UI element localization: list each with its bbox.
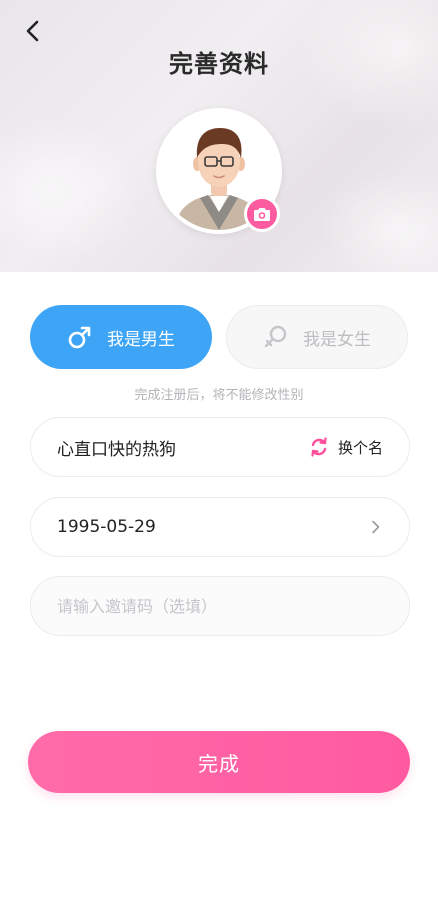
invite-code-input[interactable] <box>57 596 383 616</box>
background-decoration <box>0 120 140 260</box>
gender-selector: 我是男生 我是女生 <box>30 305 410 369</box>
male-symbol-icon <box>67 324 93 350</box>
male-gender-button[interactable]: 我是男生 <box>30 305 212 369</box>
birthday-value: 1995-05-29 <box>57 517 156 537</box>
gender-note: 完成注册后，将不能修改性别 <box>134 388 304 403</box>
change-avatar-button[interactable] <box>244 196 280 232</box>
chevron-left-icon <box>26 20 39 42</box>
male-gender-label: 我是男生 <box>107 329 175 350</box>
nickname-field[interactable]: 心直口快的热狗 换个名 <box>30 417 410 477</box>
invite-code-field[interactable] <box>30 576 410 636</box>
refresh-icon <box>308 436 330 458</box>
back-button[interactable] <box>18 16 48 46</box>
female-gender-button[interactable]: 我是女生 <box>226 305 408 369</box>
camera-icon <box>254 208 270 221</box>
page-title: 完善资料 <box>169 50 269 78</box>
header-background: 完善资料 <box>0 0 438 272</box>
chevron-right-icon <box>369 520 383 534</box>
female-symbol-icon <box>263 324 289 350</box>
avatar-container <box>156 108 282 234</box>
birthday-field[interactable]: 1995-05-29 <box>30 497 410 557</box>
female-gender-label: 我是女生 <box>303 329 371 350</box>
change-name-label: 换个名 <box>337 438 383 457</box>
nickname-value: 心直口快的热狗 <box>57 439 176 460</box>
background-decoration <box>320 170 438 272</box>
complete-button[interactable]: 完成 <box>28 731 410 793</box>
change-name-button[interactable]: 换个名 <box>308 436 383 458</box>
